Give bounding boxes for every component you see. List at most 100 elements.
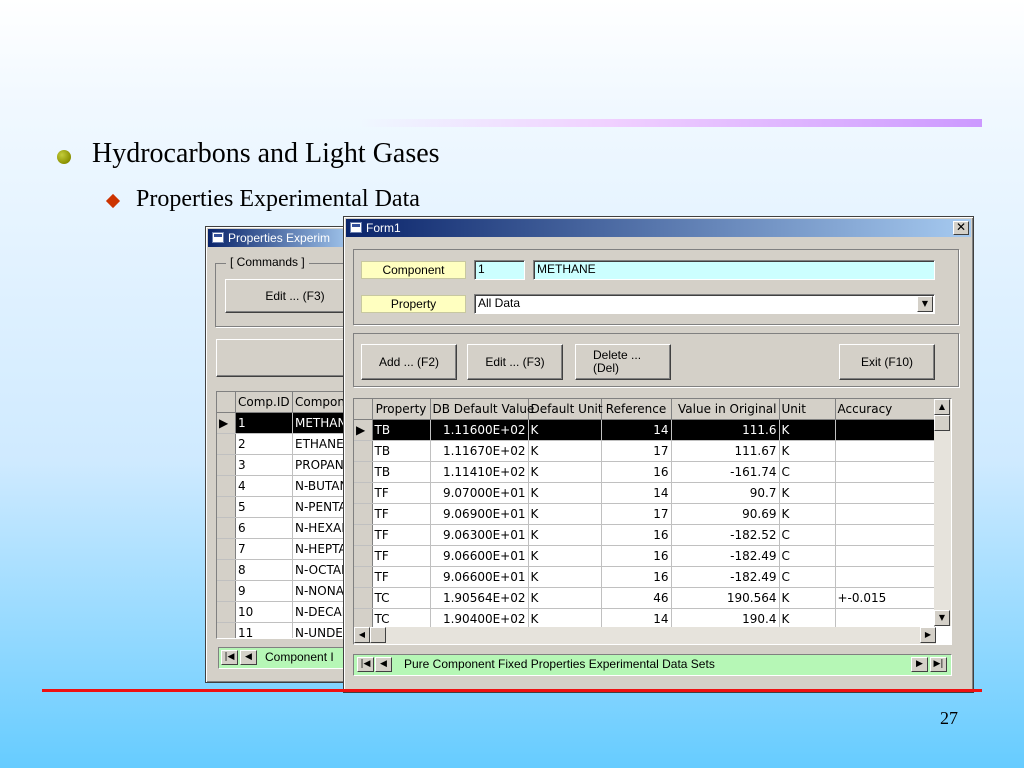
table-row[interactable]: TF 9.06600E+01 K 16 -182.49 C — [354, 545, 935, 567]
first-record-icon[interactable]: |◀ — [221, 650, 238, 665]
cell-default-unit[interactable]: K — [528, 587, 602, 609]
cell-reference[interactable]: 16 — [601, 524, 672, 546]
cell-reference[interactable]: 16 — [601, 545, 672, 567]
cell-reference[interactable]: 14 — [601, 419, 672, 441]
row-selector[interactable] — [217, 538, 236, 560]
row-selector[interactable] — [354, 587, 373, 609]
cell-property[interactable]: TB — [372, 419, 431, 441]
cell-unit[interactable]: C — [779, 566, 836, 588]
cell-unit[interactable]: K — [779, 503, 836, 525]
column-header-reference[interactable]: Reference — [601, 399, 672, 420]
cell-accuracy[interactable] — [835, 440, 935, 462]
cell-original-value[interactable]: -161.74 — [671, 461, 780, 483]
cell-comp-id[interactable]: 5 — [235, 496, 293, 518]
cell-comp-id[interactable]: 6 — [235, 517, 293, 539]
cell-default-unit[interactable]: K — [528, 440, 602, 462]
cell-default-unit[interactable]: K — [528, 524, 602, 546]
table-row[interactable]: 11 N-UNDE — [217, 622, 355, 638]
cell-property[interactable]: TB — [372, 461, 431, 483]
row-selector[interactable] — [354, 566, 373, 588]
cell-default-unit[interactable]: K — [528, 419, 602, 441]
cell-original-value[interactable]: 111.6 — [671, 419, 780, 441]
table-row[interactable]: 7 N-HEPTA — [217, 538, 355, 560]
property-select[interactable]: All Data ▼ — [474, 294, 935, 314]
table-row[interactable]: TF 9.06600E+01 K 16 -182.49 C — [354, 566, 935, 588]
exit-button[interactable]: Exit (F10) — [839, 344, 935, 380]
row-selector[interactable] — [217, 517, 236, 539]
cell-reference[interactable]: 46 — [601, 587, 672, 609]
cell-property[interactable]: TF — [372, 482, 431, 504]
close-icon[interactable]: ✕ — [953, 221, 969, 235]
column-header-unit[interactable]: Unit — [779, 399, 836, 420]
cell-property[interactable]: TB — [372, 440, 431, 462]
cell-property[interactable]: TF — [372, 566, 431, 588]
column-header-db-default-value[interactable]: DB Default Value — [430, 399, 534, 420]
form1-titlebar[interactable]: Form1 — [346, 219, 971, 237]
table-row[interactable]: 2 ETHANE — [217, 433, 355, 455]
cell-property[interactable]: TF — [372, 524, 431, 546]
cell-unit[interactable]: C — [779, 524, 836, 546]
scroll-down-icon[interactable]: ▼ — [934, 610, 950, 626]
cell-accuracy[interactable] — [835, 482, 935, 504]
add-button[interactable]: Add ... (F2) — [361, 344, 457, 380]
cell-comp-id[interactable]: 11 — [235, 622, 293, 638]
cell-comp-id[interactable]: 3 — [235, 454, 293, 476]
cell-accuracy[interactable] — [835, 524, 935, 546]
cell-comp-id[interactable]: 8 — [235, 559, 293, 581]
row-selector[interactable] — [354, 461, 373, 483]
cell-comp-id[interactable]: 1 — [235, 412, 293, 434]
row-pointer-icon[interactable]: ▶ — [217, 412, 236, 434]
table-row[interactable]: ▶ TB 1.11600E+02 K 14 111.6 K — [354, 419, 935, 441]
cell-unit[interactable]: C — [779, 545, 836, 567]
column-header-default-unit[interactable]: Default Unit — [528, 399, 603, 420]
cell-original-value[interactable]: -182.52 — [671, 524, 780, 546]
scroll-h-thumb[interactable] — [370, 627, 386, 643]
edit-button[interactable]: Edit ... (F3) — [467, 344, 563, 380]
column-header-value-in-original[interactable]: Value in Original — [671, 399, 780, 420]
vertical-scrollbar[interactable]: ▲ ▼ — [934, 399, 951, 626]
cell-reference[interactable]: 16 — [601, 566, 672, 588]
table-row[interactable]: TC 1.90564E+02 K 46 190.564 K +-0.015 — [354, 587, 935, 609]
cell-property[interactable]: TF — [372, 545, 431, 567]
cell-property[interactable]: TF — [372, 503, 431, 525]
cell-comp-id[interactable]: 4 — [235, 475, 293, 497]
row-selector[interactable] — [354, 503, 373, 525]
column-header-property[interactable]: Property — [372, 399, 431, 420]
table-row[interactable]: 8 N-OCTAN — [217, 559, 355, 581]
cell-accuracy[interactable] — [835, 503, 935, 525]
row-selector[interactable] — [217, 622, 236, 638]
row-selector[interactable] — [217, 454, 236, 476]
dropdown-arrow-icon[interactable]: ▼ — [917, 296, 933, 312]
table-row[interactable]: 10 N-DECAN — [217, 601, 355, 623]
cell-unit[interactable]: K — [779, 419, 836, 441]
cell-default-unit[interactable]: K — [528, 503, 602, 525]
cell-comp-id[interactable]: 2 — [235, 433, 293, 455]
cell-default-unit[interactable]: K — [528, 545, 602, 567]
cell-comp-id[interactable]: 7 — [235, 538, 293, 560]
row-selector[interactable] — [354, 440, 373, 462]
table-row[interactable]: TF 9.06300E+01 K 16 -182.52 C — [354, 524, 935, 546]
prev-record-icon[interactable]: ◀ — [240, 650, 257, 665]
cell-original-value[interactable]: 190.564 — [671, 587, 780, 609]
row-pointer-icon[interactable]: ▶ — [354, 419, 373, 441]
table-row[interactable]: TB 1.11410E+02 K 16 -161.74 C — [354, 461, 935, 483]
cell-reference[interactable]: 17 — [601, 440, 672, 462]
first-record-icon[interactable]: |◀ — [357, 657, 374, 672]
cell-original-value[interactable]: 90.7 — [671, 482, 780, 504]
cell-original-value[interactable]: -182.49 — [671, 545, 780, 567]
cell-default-unit[interactable]: K — [528, 566, 602, 588]
cell-accuracy[interactable] — [835, 419, 935, 441]
cell-comp-id[interactable]: 9 — [235, 580, 293, 602]
cell-unit[interactable]: C — [779, 461, 836, 483]
cell-accuracy[interactable] — [835, 545, 935, 567]
cell-db-value[interactable]: 9.06600E+01 — [430, 545, 529, 567]
delete-button[interactable]: Delete ... (Del) — [575, 344, 671, 380]
cell-accuracy[interactable] — [835, 461, 935, 483]
scroll-left-icon[interactable]: ◀ — [354, 627, 370, 643]
prev-record-icon[interactable]: ◀ — [375, 657, 392, 672]
row-selector[interactable] — [217, 559, 236, 581]
table-row[interactable]: 3 PROPAN — [217, 454, 355, 476]
cell-reference[interactable]: 14 — [601, 482, 672, 504]
table-row[interactable]: 6 N-HEXAN — [217, 517, 355, 539]
properties-window-titlebar[interactable]: Properties Experim — [208, 229, 354, 247]
